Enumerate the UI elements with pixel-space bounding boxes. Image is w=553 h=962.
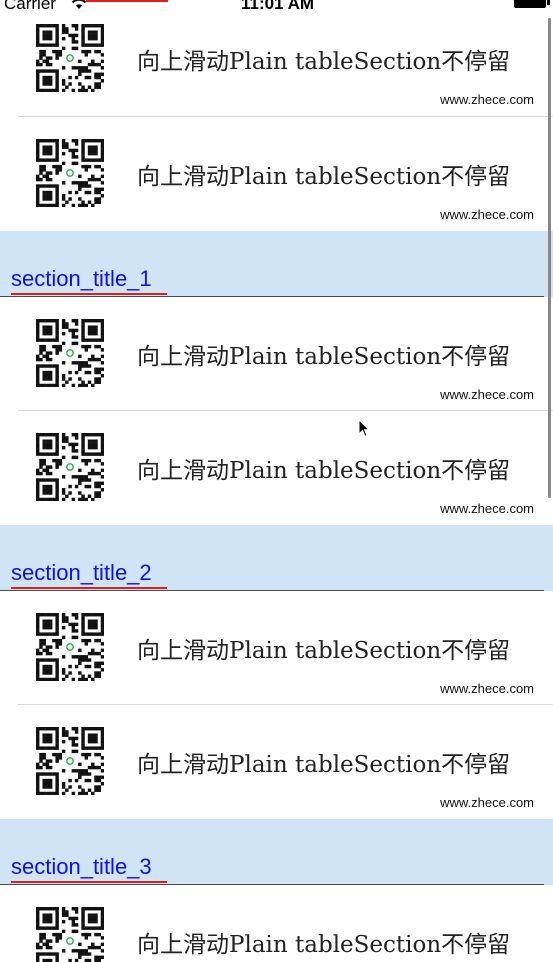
row-title: 向上滑动Plain tableSection不停留 [137,752,511,778]
table-view-screen[interactable]: Carrier 11:01 AM 向上滑动Plain tableSection不… [0,0,553,962]
table-row[interactable]: 向上滑动Plain tableSection不停留 www.zhece.com [0,117,553,231]
section-header-1: section_title_1 [0,231,553,297]
status-bar: Carrier 11:01 AM [0,0,553,16]
table-row[interactable]: 向上滑动Plain tableSection不停留 www.zhece.com [0,297,553,411]
section-title: section_title_2 [11,560,152,585]
row-site-label: www.zhece.com [440,387,534,402]
table-row[interactable]: 向上滑动Plain tableSection不停留 www.zhece.com [0,591,553,705]
row-site-label: www.zhece.com [440,92,534,107]
row-title: 向上滑动Plain tableSection不停留 [137,458,511,484]
section-title: section_title_1 [11,266,152,291]
mouse-cursor-icon [358,419,370,438]
qr-code-icon [36,907,104,962]
section-title-underline [11,587,167,589]
status-time: 11:01 AM [241,0,315,13]
battery-tip [547,0,550,5]
section-header-2: section_title_2 [0,525,553,591]
qr-code-icon [36,433,104,501]
battery-icon [514,0,546,8]
row-site-label: www.zhece.com [440,795,534,810]
section-title-underline [11,293,167,295]
qr-code-icon [36,727,104,795]
row-site-label: www.zhece.com [440,501,534,516]
qr-code-icon [36,319,104,387]
table-row[interactable]: 向上滑动Plain tableSection不停留 www.zhece.com [0,411,553,525]
qr-code-icon [36,139,104,207]
row-title: 向上滑动Plain tableSection不停留 [137,932,511,958]
section-header-3: section_title_3 [0,819,553,885]
qr-code-icon [36,613,104,681]
section-title-underline [11,881,167,883]
section-title: section_title_3 [11,854,152,879]
scroll-indicator[interactable] [548,18,551,498]
table-row[interactable]: 向上滑动Plain tableSection不停留 www.zhece.com [0,2,553,116]
row-title: 向上滑动Plain tableSection不停留 [137,164,511,190]
row-title: 向上滑动Plain tableSection不停留 [137,344,511,370]
row-title: 向上滑动Plain tableSection不停留 [137,49,511,75]
table-row[interactable]: 向上滑动Plain tableSection不停留 www.zhece.com [0,705,553,819]
carrier-label: Carrier [4,0,56,13]
row-site-label: www.zhece.com [440,681,534,696]
row-site-label: www.zhece.com [440,207,534,222]
table-row[interactable]: 向上滑动Plain tableSection不停留 www.zhece.com [0,885,553,962]
qr-code-icon [36,24,104,92]
row-title: 向上滑动Plain tableSection不停留 [137,638,511,664]
status-accent-line [86,0,168,2]
